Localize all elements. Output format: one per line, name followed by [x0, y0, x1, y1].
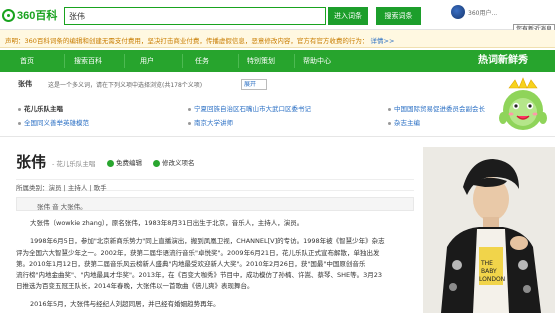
nav-divider — [238, 54, 239, 68]
meaning-item[interactable]: 全国同义善举英雄模范 — [18, 117, 89, 127]
meaning-label: 花儿乐队主唱 — [24, 105, 63, 113]
polysemy-text: 这是一个多义词，请在下列义项中选择浏览(共178个义项) — [48, 82, 203, 89]
paragraph: 评为全国六大智慧少年之一。2002年，获第二届华语流行音乐"卓悦奖"。2009年… — [16, 249, 380, 257]
hot-words-banner[interactable]: 热词新鲜秀 — [478, 50, 528, 72]
meaning-item[interactable]: 中国国际贸易促进委员会副会长 — [388, 103, 485, 113]
category-bar: 所属类别：演员 | 主持人 | 歌手 — [16, 179, 414, 192]
paragraph: 流行榜"内地金曲奖"、"内地最具才华奖"。2013年，在《百变大咖秀》节目中，成… — [16, 271, 383, 279]
avatar[interactable] — [451, 5, 465, 19]
site-logo[interactable]: 360百科 — [2, 7, 57, 23]
meaning-label: 全国同义善举英雄模范 — [24, 119, 89, 127]
modify-meaning-button[interactable]: 修改义项名 — [153, 157, 195, 167]
main-nav: 首页 搜索百科 用户 任务 特别策划 帮助中心 热词新鲜秀 — [0, 50, 555, 72]
mascot-icon[interactable] — [495, 74, 550, 134]
polysemy-bar: 张伟 这是一个多义词，请在下列义项中选择浏览(共178个义项) 展开 — [0, 76, 500, 94]
logo-icon — [2, 8, 15, 22]
notice-more-link[interactable]: 详情>> — [371, 37, 395, 45]
bullet-icon — [188, 107, 191, 111]
edit-icon — [107, 159, 114, 167]
free-edit-button[interactable]: 免费编辑 — [107, 157, 142, 167]
nav-tasks[interactable]: 任务 — [195, 50, 209, 72]
notice-bar: 声明：360百科词条的编辑和创建无需支付费用，坚决打击商业付费，传播虚假信息，恶… — [0, 30, 555, 48]
svg-text:BABY: BABY — [481, 268, 497, 275]
meaning-label: 南京大学讲师 — [194, 119, 233, 127]
paragraph: 日推选为百变五冠王队长，2014年春晚，大张伟以一首歌曲《倍儿爽》表现舞台。 — [16, 282, 254, 290]
polysemy-label: 张伟 — [18, 80, 32, 88]
meaning-list: 花儿乐队主唱 宁夏回族自治区石嘴山市大武口区委书记 中国国际贸易促进委员会副会长… — [0, 100, 500, 130]
summary-box: 张伟 音 大张伟。 — [16, 197, 414, 211]
page-title: 张伟 — [16, 153, 47, 171]
paragraph: 第。2010年1月12日，获第二届音乐风云榜新人盛典"内地最受欢迎新人大奖"。2… — [16, 260, 366, 268]
nav-home[interactable]: 首页 — [20, 50, 34, 72]
bullet-icon — [18, 107, 21, 111]
user-menu[interactable]: 360用户... — [451, 5, 497, 19]
meaning-item[interactable]: 杂志主编 — [388, 117, 420, 127]
nav-divider — [124, 54, 125, 68]
search-entry-button[interactable]: 搜索词条 — [376, 7, 421, 25]
notice-text: 声明：360百科词条的编辑和创建无需支付费用，坚决打击商业付费，传播虚假信息，恶… — [5, 37, 369, 45]
paragraph: 1998年6月5日，参加"北京新商乐势力"同上直播演出，搬到凤凰卫视，CHANN… — [30, 237, 385, 245]
section-divider — [0, 136, 555, 137]
meaning-item[interactable]: 南京大学讲师 — [188, 117, 233, 127]
nav-user[interactable]: 用户 — [140, 50, 154, 72]
username[interactable]: 360用户... — [468, 8, 497, 17]
meaning-item[interactable]: 花儿乐队主唱 — [18, 103, 63, 113]
nav-divider — [182, 54, 183, 68]
nav-search-baike[interactable]: 搜索百科 — [74, 50, 102, 72]
pencil-icon — [153, 159, 160, 167]
person-photo[interactable]: THE BABY LONDON — [423, 147, 555, 313]
modify-meaning-label: 修改义项名 — [162, 159, 195, 167]
meaning-label: 中国国际贸易促进委员会副会长 — [394, 105, 485, 113]
nav-divider — [64, 54, 65, 68]
paragraph: 大张伟（wowkie zhang），原名张伟，1983年8月31日出生于北京，音… — [30, 219, 304, 227]
top-search-bar: 360百科 张伟 进入词条 搜索词条 360用户... — [0, 0, 555, 30]
bullet-icon — [18, 121, 21, 125]
nav-help[interactable]: 帮助中心 — [303, 50, 331, 72]
bullet-icon — [388, 121, 391, 125]
meaning-label: 宁夏回族自治区石嘴山市大武口区委书记 — [194, 105, 311, 113]
search-input[interactable]: 张伟 — [64, 7, 326, 25]
logo-text: 360百科 — [17, 10, 58, 22]
bullet-icon — [188, 121, 191, 125]
meaning-label: 杂志主编 — [394, 119, 420, 127]
nav-special[interactable]: 特别策划 — [247, 50, 275, 72]
svg-text:THE: THE — [480, 260, 493, 267]
bullet-icon — [388, 107, 391, 111]
meaning-item[interactable]: 宁夏回族自治区石嘴山市大武口区委书记 — [188, 103, 311, 113]
svg-text:LONDON: LONDON — [479, 276, 505, 283]
page-subtitle: - 花儿乐队主唱 — [52, 160, 96, 168]
free-edit-label: 免费编辑 — [116, 159, 142, 167]
paragraph: 2016年5月，大张伟与经纪人刘超同居，并已经有婚姻趋势再年。 — [30, 300, 220, 308]
nav-divider — [294, 54, 295, 68]
enter-entry-button[interactable]: 进入词条 — [328, 7, 368, 25]
expand-select[interactable]: 展开 — [241, 79, 267, 90]
